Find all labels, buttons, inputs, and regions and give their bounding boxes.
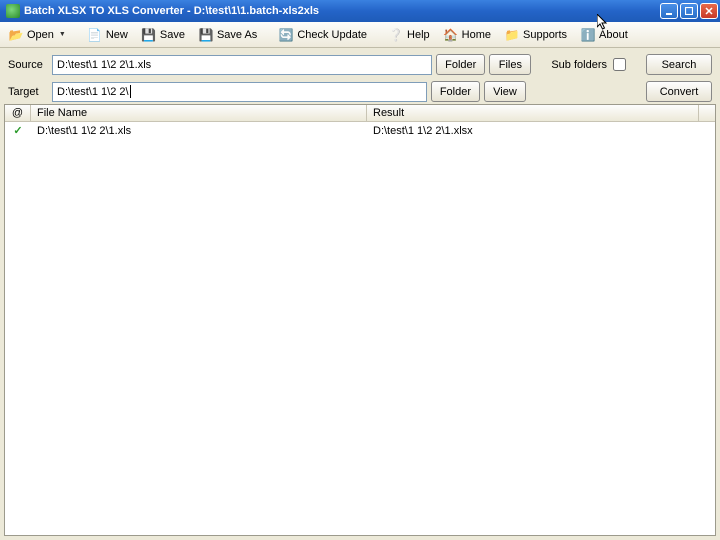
check-update-button[interactable]: 🔄 Check Update <box>274 24 374 46</box>
chevron-down-icon: ▼ <box>59 31 66 38</box>
home-label: Home <box>462 29 491 41</box>
col-status[interactable]: @ <box>5 105 31 121</box>
new-button[interactable]: 📄 New <box>83 24 135 46</box>
table-row[interactable]: ✓ D:\test\1 1\2 2\1.xls D:\test\1 1\2 2\… <box>5 122 715 139</box>
source-input[interactable] <box>52 55 432 75</box>
list-body[interactable]: ✓ D:\test\1 1\2 2\1.xls D:\test\1 1\2 2\… <box>5 122 715 139</box>
new-file-icon: 📄 <box>87 27 103 43</box>
target-folder-button[interactable]: Folder <box>431 81 480 102</box>
window-title: Batch XLSX TO XLS Converter - D:\test\1\… <box>24 5 660 17</box>
text-caret <box>130 85 131 98</box>
source-folder-button[interactable]: Folder <box>436 54 485 75</box>
source-label: Source <box>8 59 48 71</box>
close-button[interactable] <box>700 3 718 19</box>
path-form: Source Folder Files Sub folders Search T… <box>0 48 720 112</box>
source-files-button[interactable]: Files <box>489 54 531 75</box>
check-update-label: Check Update <box>297 29 367 41</box>
help-button[interactable]: ❔ Help <box>384 24 437 46</box>
supports-button[interactable]: 📁 Supports <box>500 24 574 46</box>
titlebar[interactable]: Batch XLSX TO XLS Converter - D:\test\1\… <box>0 0 720 22</box>
open-label: Open <box>27 29 54 41</box>
supports-icon: 📁 <box>504 27 520 43</box>
save-button[interactable]: 💾 Save <box>137 24 192 46</box>
home-button[interactable]: 🏠 Home <box>439 24 498 46</box>
update-icon: 🔄 <box>278 27 294 43</box>
col-scroll-spacer <box>699 105 715 121</box>
list-header: @ File Name Result <box>5 105 715 122</box>
about-label: About <box>599 29 628 41</box>
convert-button[interactable]: Convert <box>646 81 712 102</box>
save-as-icon: 💾 <box>198 27 214 43</box>
subfolders-label: Sub folders <box>551 59 607 71</box>
about-button[interactable]: ℹ️ About <box>576 24 635 46</box>
subfolders-checkbox[interactable] <box>613 58 626 71</box>
info-icon: ℹ️ <box>580 27 596 43</box>
save-as-button[interactable]: 💾 Save As <box>194 24 264 46</box>
open-button[interactable]: 📂 Open ▼ <box>4 24 73 46</box>
save-as-label: Save As <box>217 29 257 41</box>
status-check-icon: ✓ <box>5 124 31 137</box>
save-label: Save <box>160 29 185 41</box>
main-toolbar: 📂 Open ▼ 📄 New 💾 Save 💾 Save As 🔄 Check … <box>0 22 720 48</box>
help-icon: ❔ <box>388 27 404 43</box>
app-icon <box>6 4 20 18</box>
target-input[interactable]: D:\test\1 1\2 2\ <box>52 82 427 102</box>
help-label: Help <box>407 29 430 41</box>
target-label: Target <box>8 86 48 98</box>
col-filename[interactable]: File Name <box>31 105 367 121</box>
new-label: New <box>106 29 128 41</box>
maximize-button[interactable] <box>680 3 698 19</box>
target-view-button[interactable]: View <box>484 81 526 102</box>
search-button[interactable]: Search <box>646 54 712 75</box>
col-result[interactable]: Result <box>367 105 699 121</box>
save-icon: 💾 <box>141 27 157 43</box>
file-list: @ File Name Result ✓ D:\test\1 1\2 2\1.x… <box>4 104 716 536</box>
home-icon: 🏠 <box>443 27 459 43</box>
cell-result: D:\test\1 1\2 2\1.xlsx <box>367 125 715 137</box>
minimize-button[interactable] <box>660 3 678 19</box>
cell-filename: D:\test\1 1\2 2\1.xls <box>31 125 367 137</box>
folder-open-icon: 📂 <box>8 27 24 43</box>
supports-label: Supports <box>523 29 567 41</box>
